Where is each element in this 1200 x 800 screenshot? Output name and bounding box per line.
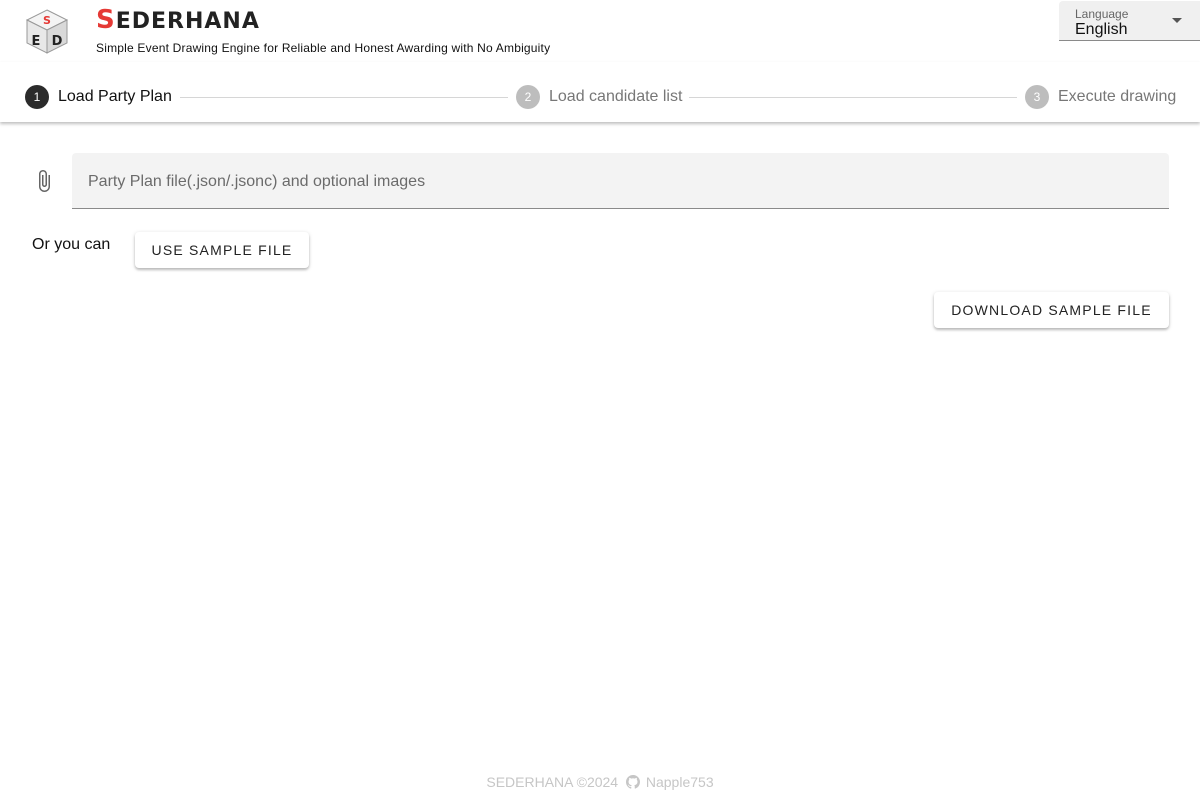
- download-sample-file-button[interactable]: DOWNLOAD SAMPLE FILE: [934, 292, 1169, 328]
- file-input-row: Party Plan file(.json/.jsonc) and option…: [24, 153, 1170, 210]
- dropdown-arrow-icon[interactable]: [1172, 18, 1182, 23]
- file-input-placeholder: Party Plan file(.json/.jsonc) and option…: [88, 173, 426, 190]
- app-title: SEDERHANA: [96, 6, 550, 36]
- svg-text:D: D: [52, 34, 63, 49]
- svg-text:S: S: [43, 14, 51, 27]
- or-you-can-text: Or you can: [32, 236, 111, 253]
- language-value: English: [1075, 21, 1128, 38]
- party-plan-file-input[interactable]: Party Plan file(.json/.jsonc) and option…: [72, 153, 1169, 209]
- step-connector: [689, 97, 1017, 98]
- step-number: 2: [516, 85, 540, 109]
- svg-text:E: E: [32, 34, 41, 49]
- footer: SEDERHANA ©2024 Napple753: [0, 774, 1200, 790]
- step-label: Execute drawing: [1058, 88, 1177, 105]
- footer-copyright: SEDERHANA ©2024: [486, 774, 619, 790]
- step-label: Load candidate list: [549, 88, 683, 105]
- step-connector: [180, 97, 508, 98]
- language-label: Language: [1075, 7, 1129, 21]
- step-execute-drawing: 3 Execute drawing: [1025, 85, 1176, 109]
- brand: SEDERHANA Simple Event Drawing Engine fo…: [96, 6, 550, 55]
- use-sample-file-button[interactable]: USE SAMPLE FILE: [135, 232, 309, 268]
- app-subtitle: Simple Event Drawing Engine for Reliable…: [96, 41, 551, 55]
- app-header: S E D SEDERHANA Simple Event Drawing Eng…: [0, 0, 1200, 60]
- app-title-rest: EDERHANA: [115, 9, 260, 34]
- language-select[interactable]: Language English: [1059, 1, 1200, 41]
- paperclip-icon[interactable]: [32, 169, 56, 193]
- step-load-candidate-list: 2 Load candidate list: [516, 85, 682, 109]
- github-icon[interactable]: [625, 775, 640, 789]
- step-number: 3: [1025, 85, 1049, 109]
- app-title-initial: S: [96, 5, 116, 35]
- step-number: 1: [25, 85, 49, 109]
- footer-author-link[interactable]: Napple753: [646, 774, 714, 790]
- step-load-party-plan: 1 Load Party Plan: [25, 85, 172, 109]
- sed-cube-logo: S E D: [25, 9, 69, 54]
- step-label: Load Party Plan: [58, 88, 172, 105]
